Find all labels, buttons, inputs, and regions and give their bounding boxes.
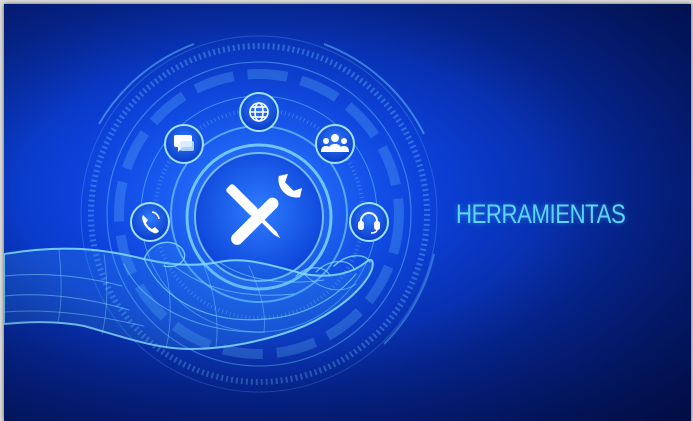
globe-bubble <box>239 92 279 132</box>
team-bubble <box>315 124 355 164</box>
headline-title: HERRAMIENTAS <box>456 199 626 229</box>
phone-bubble <box>130 202 170 242</box>
headset-bubble <box>349 202 389 242</box>
hero-banner: HERRAMIENTAS <box>4 4 691 421</box>
chat-bubble <box>164 124 204 164</box>
